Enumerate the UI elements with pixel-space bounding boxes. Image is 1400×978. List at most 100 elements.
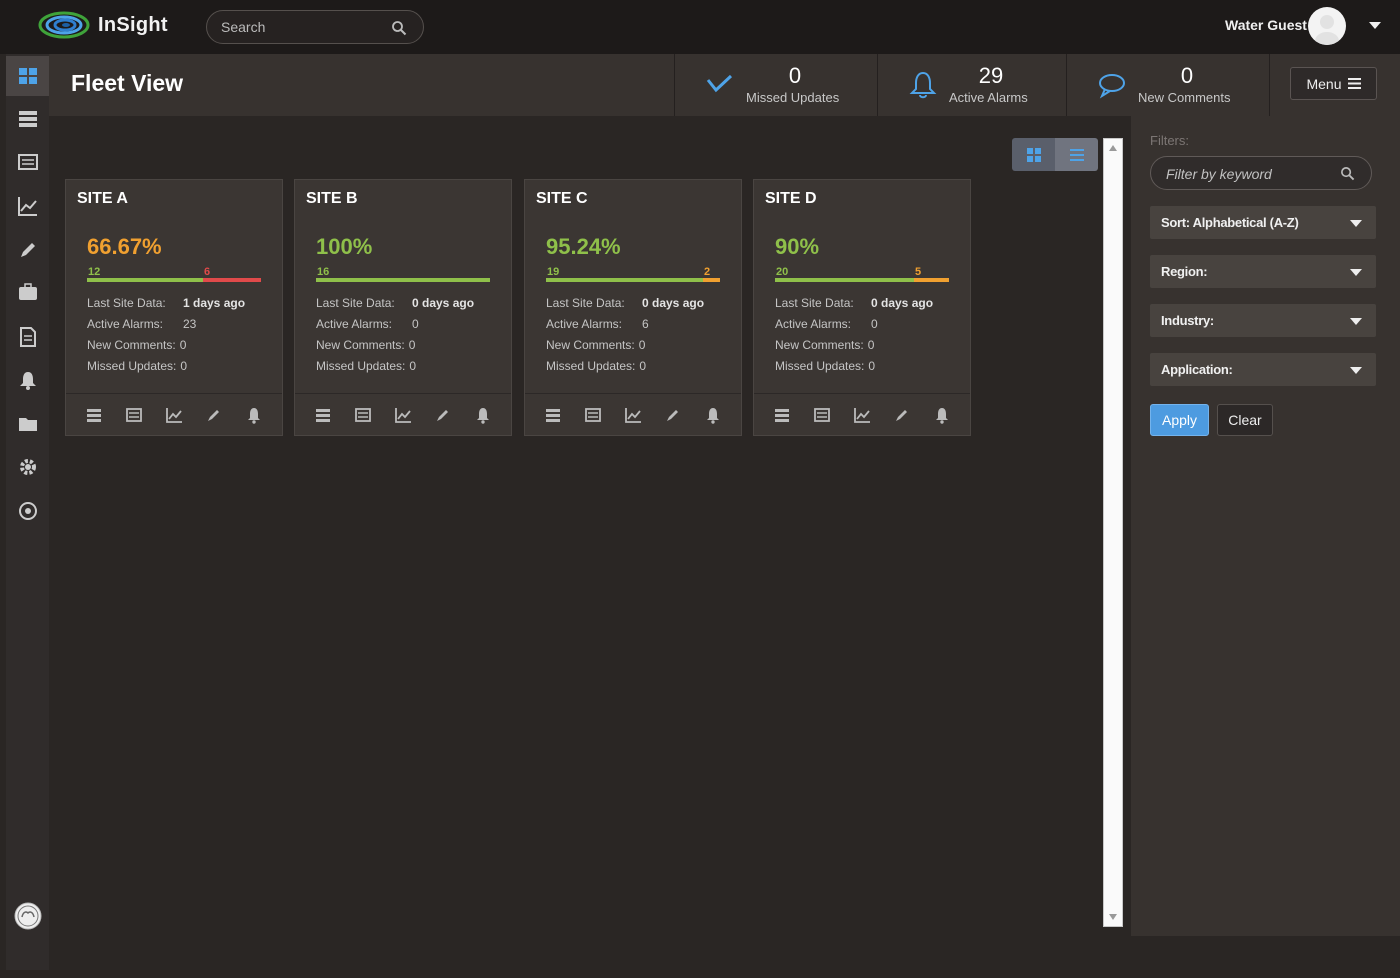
industry-select-label: Industry:: [1161, 313, 1214, 328]
bell-icon: [909, 71, 937, 99]
edit-button[interactable]: [433, 405, 453, 425]
scrollbar[interactable]: [1103, 138, 1123, 927]
missed-updates-stat[interactable]: 0 Missed Updates: [674, 54, 877, 116]
site-info-label: Active Alarms:: [775, 317, 852, 331]
sidebar-item-briefcase[interactable]: [6, 272, 49, 312]
site-info-row: Last Site Data: 0 days ago: [775, 296, 949, 310]
apply-button[interactable]: Apply: [1150, 404, 1209, 436]
clear-button[interactable]: Clear: [1217, 404, 1273, 436]
site-card-title[interactable]: SITE D: [765, 190, 817, 208]
edit-button[interactable]: [204, 405, 224, 425]
servers-button[interactable]: [313, 405, 333, 425]
site-info-row: New Comments: 0: [546, 338, 720, 352]
app-logo[interactable]: InSight: [38, 10, 168, 40]
sidebar-item-settings[interactable]: [6, 447, 49, 487]
sidebar-item-servers[interactable]: [6, 99, 49, 139]
sidebar-item-folder[interactable]: [6, 404, 49, 444]
trends-button[interactable]: [164, 405, 184, 425]
insight-logo-icon: [38, 11, 90, 39]
list-button[interactable]: [583, 405, 603, 425]
search-input[interactable]: Search: [221, 19, 265, 35]
application-select[interactable]: Application:: [1150, 353, 1376, 386]
site-card-actions: [295, 393, 511, 436]
alarms-button[interactable]: [473, 405, 493, 425]
healthy-count: 12: [88, 266, 101, 278]
view-toggle: [1012, 138, 1098, 171]
scroll-down-icon[interactable]: [1109, 914, 1117, 920]
left-sidebar: [6, 54, 49, 970]
site-info-label: Missed Updates:: [775, 359, 865, 373]
list-icon: [355, 408, 371, 422]
site-info-row: Active Alarms: 0: [775, 317, 949, 331]
site-health-percent: 95.24%: [546, 234, 621, 259]
site-info-value: 0: [871, 317, 878, 331]
filters-panel: Filters: Filter by keyword Sort: Alphabe…: [1131, 116, 1400, 936]
list-icon: [814, 408, 830, 422]
alarms-button[interactable]: [244, 405, 264, 425]
health-bar-good: [87, 278, 203, 282]
alarms-button[interactable]: [932, 405, 952, 425]
menu-label: Menu: [1306, 75, 1342, 92]
site-info-label: Missed Updates:: [546, 359, 636, 373]
sidebar-item-reports[interactable]: [6, 317, 49, 357]
new-comments-stat[interactable]: 0 New Comments: [1066, 54, 1269, 116]
edit-button[interactable]: [663, 405, 683, 425]
list-button[interactable]: [812, 405, 832, 425]
site-info-value: 0: [639, 359, 647, 373]
alarms-button[interactable]: [703, 405, 723, 425]
site-card[interactable]: SITE D 90% 20 5 Last Site Data: 0 days ago Act…: [753, 179, 971, 436]
missed-updates-label: Missed Updates: [746, 90, 840, 105]
site-card-title[interactable]: SITE C: [536, 190, 588, 208]
user-name[interactable]: Water Guest: [1225, 17, 1307, 33]
sidebar-item-dashboard[interactable]: [6, 56, 49, 96]
site-card[interactable]: SITE A 66.67% 12 6 Last Site Data: 1 days ago…: [65, 179, 283, 436]
search-box[interactable]: Search: [206, 10, 424, 44]
list-button[interactable]: [353, 405, 373, 425]
edit-button[interactable]: [892, 405, 912, 425]
servers-button[interactable]: [772, 405, 792, 425]
search-icon[interactable]: [391, 20, 407, 36]
site-info-label: Active Alarms:: [316, 317, 393, 331]
keyword-filter-input[interactable]: Filter by keyword: [1150, 156, 1372, 190]
list-button[interactable]: [124, 405, 144, 425]
bell-icon: [19, 372, 36, 390]
list-view-button[interactable]: [1055, 138, 1098, 171]
site-card-title[interactable]: SITE B: [306, 190, 358, 208]
region-select-label: Region:: [1161, 264, 1208, 279]
health-bar-bad: [703, 278, 720, 282]
scroll-up-icon[interactable]: [1109, 145, 1117, 151]
search-icon[interactable]: [1340, 166, 1355, 181]
servers-button[interactable]: [543, 405, 563, 425]
sidebar-item-trends[interactable]: [6, 186, 49, 226]
industry-select[interactable]: Industry:: [1150, 304, 1376, 337]
site-info-label: Last Site Data:: [316, 296, 395, 310]
health-bar: [87, 278, 261, 282]
active-alarms-stat[interactable]: 29 Active Alarms: [877, 54, 1066, 116]
sidebar-item-list[interactable]: [6, 142, 49, 182]
chevron-down-icon[interactable]: [1368, 20, 1382, 30]
avatar[interactable]: [1308, 7, 1346, 45]
sidebar-item-edit[interactable]: [6, 230, 49, 270]
trends-button[interactable]: [852, 405, 872, 425]
site-card[interactable]: SITE B 100% 16 Last Site Data: 0 days ago Act…: [294, 179, 512, 436]
site-info-row: Missed Updates: 0: [87, 359, 261, 373]
site-card[interactable]: SITE C 95.24% 19 2 Last Site Data: 0 days ago…: [524, 179, 742, 436]
sidebar-item-alarms[interactable]: [6, 360, 49, 400]
grid-view-button[interactable]: [1012, 138, 1055, 171]
site-info-row: New Comments: 0: [87, 338, 261, 352]
region-select[interactable]: Region:: [1150, 255, 1376, 288]
sort-select[interactable]: Sort: Alphabetical (A-Z): [1150, 206, 1376, 239]
trends-button[interactable]: [623, 405, 643, 425]
gear-icon: [19, 459, 36, 475]
health-bar-good: [316, 278, 490, 282]
health-bar-good: [546, 278, 703, 282]
healthy-count: 19: [547, 266, 560, 278]
site-card-actions: [66, 393, 282, 436]
site-card-title[interactable]: SITE A: [77, 190, 128, 208]
servers-button[interactable]: [84, 405, 104, 425]
menu-button[interactable]: Menu: [1290, 67, 1377, 100]
site-info-row: Active Alarms: 0: [316, 317, 490, 331]
new-comments-count: 0: [1180, 63, 1194, 88]
trends-button[interactable]: [393, 405, 413, 425]
sidebar-item-target[interactable]: [6, 491, 49, 531]
